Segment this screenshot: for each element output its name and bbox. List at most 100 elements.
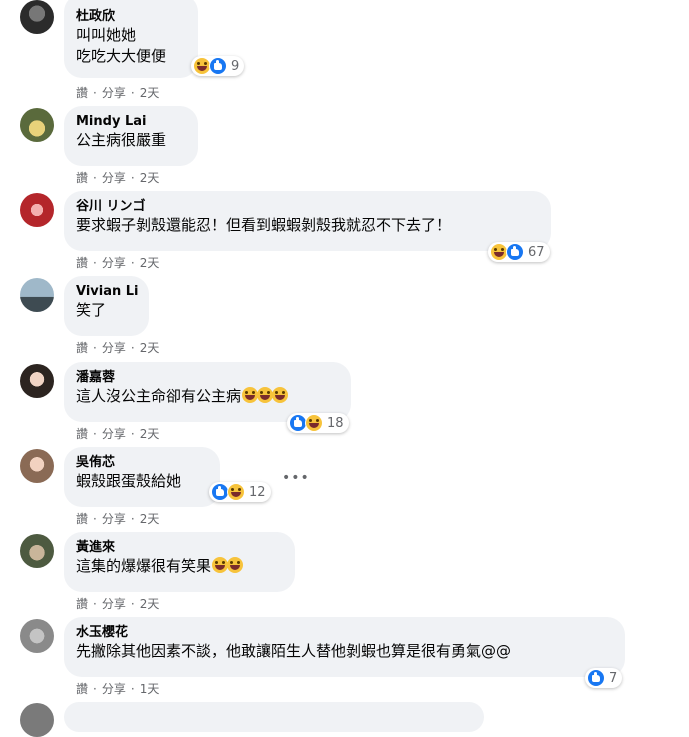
reaction-summary[interactable]: 67 [488,242,550,262]
separator: · [93,341,97,355]
like-link[interactable]: 讚 [76,339,88,356]
separator: · [93,86,97,100]
reply-link[interactable]: 分享 [102,169,126,186]
like-reaction-icon [209,57,227,75]
like-link[interactable]: 讚 [76,510,88,527]
haha-emoji-icon [242,387,259,403]
reaction-summary[interactable]: 18 [287,413,349,433]
comment-bubble: 水玉櫻花 先撇除其他因素不談，他敢讓陌生人替他剝蝦也算是很有勇氣@@ [64,617,625,677]
comment-author[interactable]: 吳侑芯 [76,454,208,471]
reaction-count: 9 [231,58,240,74]
comment-text: 這集的爆爆很有笑果 [76,556,283,577]
haha-emoji-icon [212,557,229,573]
reaction-summary[interactable]: 7 [585,668,623,688]
comment-author[interactable]: 潘嘉蓉 [76,369,339,386]
reaction-count: 12 [249,484,266,500]
comment-text: 要求蝦子剝殼還能忍！但看到蝦蝦剝殼我就忍不下去了！ [76,216,452,234]
comment-actions: 讚 · 分享 · 2天 [76,254,159,271]
separator: · [130,427,135,441]
comment-author[interactable]: 谷川 リンゴ [76,198,539,215]
comment-text: 先撇除其他因素不談，他敢讓陌生人替他剝蝦也算是很有勇氣@@ [76,642,512,660]
like-reaction-icon [587,669,605,687]
comment-text-content: 這集的爆爆很有笑果 [76,557,212,575]
comment-author[interactable]: 黃進來 [76,539,283,556]
reply-link[interactable]: 分享 [102,595,126,612]
reaction-summary[interactable]: 9 [191,56,245,76]
like-reaction-icon [506,243,524,261]
reply-link[interactable]: 分享 [102,339,126,356]
comment-author[interactable]: Mindy Lai [76,113,186,130]
comment-text: 叫叫她她 [76,26,137,44]
comment-bubble: Vivian Li 笑了 [64,276,149,336]
comment-author[interactable]: 水玉櫻花 [76,624,613,641]
avatar[interactable] [20,449,54,483]
avatar[interactable] [20,0,54,34]
comment-bubble [64,702,484,732]
timestamp[interactable]: 2天 [140,84,160,101]
haha-reaction-icon [305,414,323,432]
reaction-summary[interactable]: 12 [209,482,271,502]
comment-actions: 讚 · 分享 · 2天 [76,339,159,356]
separator: · [93,682,97,696]
comment-author[interactable]: 杜政欣 [76,8,186,25]
separator: · [93,256,97,270]
comment-bubble: 谷川 リンゴ 要求蝦子剝殼還能忍！但看到蝦蝦剝殼我就忍不下去了！ [64,191,551,251]
more-options-icon[interactable]: ••• [282,470,310,486]
comment-text: 這人沒公主命卻有公主病 [76,386,339,407]
reply-link[interactable]: 分享 [102,425,126,442]
like-link[interactable]: 讚 [76,169,88,186]
like-link[interactable]: 讚 [76,595,88,612]
comment-bubble: Mindy Lai 公主病很嚴重 [64,106,198,166]
avatar[interactable] [20,108,54,142]
timestamp[interactable]: 2天 [140,339,160,356]
separator: · [130,86,135,100]
avatar[interactable] [20,703,54,737]
like-link[interactable]: 讚 [76,254,88,271]
comment-actions: 讚 · 分享 · 2天 [76,84,159,101]
separator: · [93,171,97,185]
reply-link[interactable]: 分享 [102,254,126,271]
haha-emoji-icon [257,387,274,403]
avatar[interactable] [20,364,54,398]
haha-emoji-icon [272,387,289,403]
timestamp[interactable]: 2天 [140,254,160,271]
avatar[interactable] [20,534,54,568]
timestamp[interactable]: 1天 [140,680,160,697]
comment-text: 笑了 [76,301,107,319]
timestamp[interactable]: 2天 [140,169,160,186]
separator: · [130,597,135,611]
comment-actions: 讚 · 分享 · 2天 [76,425,159,442]
separator: · [130,682,135,696]
separator: · [93,427,97,441]
timestamp[interactable]: 2天 [140,595,160,612]
avatar[interactable] [20,278,54,312]
reaction-count: 67 [528,244,545,260]
separator: · [130,341,135,355]
comment-text: 公主病很嚴重 [76,131,167,149]
reply-link[interactable]: 分享 [102,84,126,101]
timestamp[interactable]: 2天 [140,425,160,442]
reply-link[interactable]: 分享 [102,510,126,527]
comment-bubble: 黃進來 這集的爆爆很有笑果 [64,532,295,592]
comment-text: 吃吃大大便便 [76,47,167,65]
like-link[interactable]: 讚 [76,680,88,697]
like-link[interactable]: 讚 [76,425,88,442]
timestamp[interactable]: 2天 [140,510,160,527]
comment-bubble: 吳侑芯 蝦殼跟蛋殼給她 [64,447,220,507]
like-link[interactable]: 讚 [76,84,88,101]
comment-actions: 讚 · 分享 · 2天 [76,510,159,527]
separator: · [130,171,135,185]
separator: · [93,512,97,526]
haha-reaction-icon [227,483,245,501]
comment-actions: 讚 · 分享 · 1天 [76,680,159,697]
comment-bubble: 杜政欣 叫叫她她 吃吃大大便便 [64,0,198,78]
reply-link[interactable]: 分享 [102,680,126,697]
separator: · [130,256,135,270]
avatar[interactable] [20,193,54,227]
comment-actions: 讚 · 分享 · 2天 [76,169,159,186]
comment-text-content: 這人沒公主命卻有公主病 [76,387,242,405]
comment-author[interactable]: Vivian Li [76,283,139,300]
avatar[interactable] [20,619,54,653]
separator: · [130,512,135,526]
comment-text: 蝦殼跟蛋殼給她 [76,472,182,490]
